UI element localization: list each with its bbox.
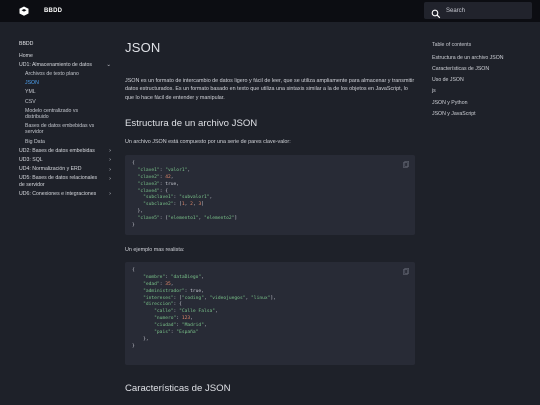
nav-item-home[interactable]: Home <box>19 51 115 60</box>
nav-item-csv[interactable]: CSV <box>19 97 115 106</box>
toc-title: Table of contents <box>432 42 472 48</box>
nav-item-ud4[interactable]: UD4: Normalización y ERD › <box>19 165 115 174</box>
code-block-structure: { "clave1": "valor1", "clave2": 42, "cla… <box>125 154 415 235</box>
code-block-example: { "nombre": "dataDiego", "edad": 35, "ad… <box>125 261 415 365</box>
nav-item-bd-embebidas-servidor[interactable]: Bases de datos embebidas vs servidor <box>19 122 115 137</box>
nav-item-label: JSON <box>25 80 39 87</box>
toc-item-uso[interactable]: Uso de JSON <box>432 75 536 86</box>
section-text: Un archivo JSON está compuesto por una s… <box>125 138 291 145</box>
nav-item-label: UD1: Almacenamiento de datos <box>19 61 92 68</box>
nav-item-json[interactable]: JSON <box>19 79 115 88</box>
nav-item-yml[interactable]: YML <box>19 88 115 97</box>
section-heading-caracteristicas: Características de JSON <box>125 382 231 394</box>
chevron-right-icon[interactable]: › <box>109 148 111 154</box>
nav-item-label: UD2: Bases de datos embebidas <box>19 147 95 154</box>
nav-item-ud3[interactable]: UD3: SQL › <box>19 155 115 164</box>
nav-item-label: UD4: Normalización y ERD <box>19 166 82 173</box>
top-header: BBDD Search <box>0 0 540 22</box>
nav-item-label: Archivos de texto plano <box>25 70 79 77</box>
toc-item-json-javascript[interactable]: JSON y JavaScript <box>432 108 536 119</box>
nav-item-label: YML <box>25 89 36 96</box>
toc-item-json-python[interactable]: JSON y Python <box>432 97 536 108</box>
nav-item-label: UD3: SQL <box>19 156 43 163</box>
copy-icon[interactable] <box>403 267 409 275</box>
search-icon <box>431 6 441 18</box>
nav-item-label: Home <box>19 52 33 59</box>
main-content: JSON JSON es un formato de intercambio d… <box>125 40 415 394</box>
nav-item-label: Modelo centralizado vs distribuido <box>25 107 79 120</box>
chevron-right-icon[interactable]: › <box>109 176 111 182</box>
table-of-contents: Table of contents Estructura de un archi… <box>432 42 536 120</box>
nav-item-label: Big Data <box>25 138 45 145</box>
chevron-right-icon[interactable]: › <box>109 191 111 197</box>
toc-item-caracteristicas[interactable]: Características de JSON <box>432 63 536 74</box>
section-paragraph: Un archivo JSON está compuesto por una s… <box>125 139 415 145</box>
nav-item-label: CSV <box>25 98 36 105</box>
chevron-right-icon[interactable]: › <box>109 157 111 163</box>
example-label: Un ejemplo mas realista: <box>125 246 185 253</box>
section-heading-estructura: Estructura de un archivo JSON <box>125 117 258 129</box>
site-name[interactable]: BBDD <box>44 8 62 14</box>
chevron-down-icon[interactable]: ⌄ <box>106 62 111 68</box>
copy-icon[interactable] <box>403 160 409 168</box>
page-title: JSON <box>125 40 161 55</box>
toc-item-js[interactable]: js <box>432 86 536 97</box>
nav-item-ud5[interactable]: UD5: Bases de datos relacionales de serv… <box>19 174 115 189</box>
nav-item-modelo-centralizado[interactable]: Modelo centralizado vs distribuido <box>19 106 115 121</box>
logo-icon[interactable] <box>19 6 29 16</box>
toc-item-estructura[interactable]: Estructura de un archivo JSON <box>432 52 536 63</box>
nav-item-ud2[interactable]: UD2: Bases de datos embebidas › <box>19 146 115 155</box>
search-input[interactable]: Search <box>424 2 532 19</box>
nav-item-label: UD6: Conexiones e integraciones <box>19 190 97 197</box>
nav-item-archivos-texto-plano[interactable]: Archivos de texto plano <box>19 69 115 78</box>
nav-title: BBDD <box>19 41 34 47</box>
nav-item-ud1[interactable]: UD1: Almacenamiento de datos ⌄ <box>19 60 115 69</box>
chevron-right-icon[interactable]: › <box>109 167 111 173</box>
nav-item-ud6[interactable]: UD6: Conexiones e integraciones › <box>19 189 115 198</box>
sidebar-nav: BBDD Home UD1: Almacenamiento de datos ⌄ … <box>19 41 115 198</box>
nav-item-label: UD5: Bases de datos relacionales de serv… <box>19 175 98 188</box>
nav-item-label: Bases de datos embebidas vs servidor <box>25 123 95 136</box>
nav-item-big-data[interactable]: Big Data <box>19 137 115 146</box>
search-placeholder: Search <box>446 7 466 14</box>
intro-paragraph: JSON es un formato de intercambio de dat… <box>125 78 415 101</box>
